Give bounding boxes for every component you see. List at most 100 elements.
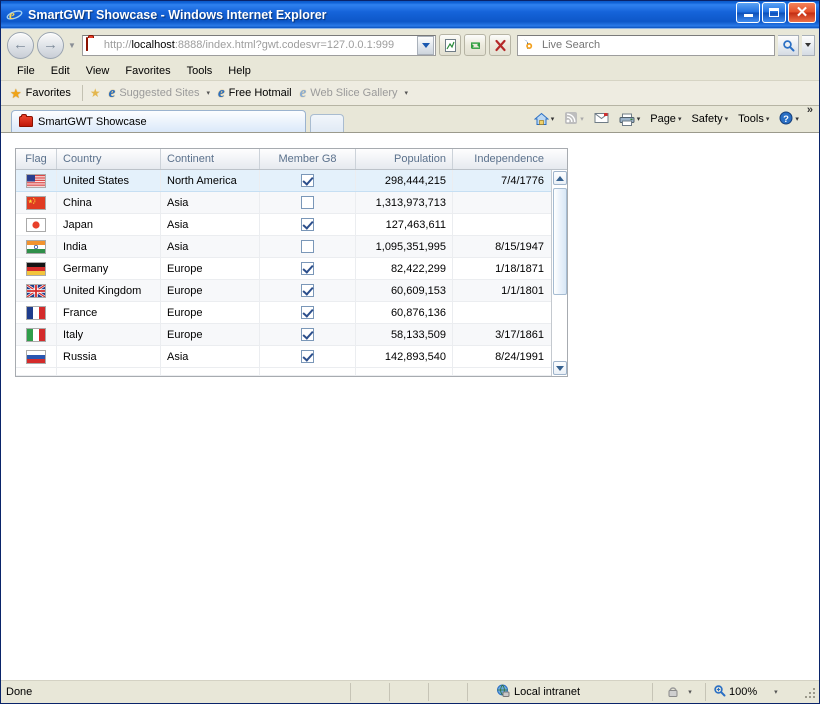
feeds-button[interactable]: ▾ [560, 109, 588, 130]
cell-member-g8[interactable] [260, 258, 356, 279]
checkbox-member-g8[interactable] [301, 217, 314, 231]
menu-item-view[interactable]: View [78, 64, 118, 78]
grid-header-independence[interactable]: Independence [453, 149, 550, 169]
command-bar-overflow-button[interactable]: » [805, 104, 815, 116]
cell-member-g8[interactable] [260, 214, 356, 235]
cell-member-g8[interactable] [260, 280, 356, 301]
tab-smartgwt-showcase[interactable]: SmartGWT Showcase [11, 110, 306, 132]
menu-item-file[interactable]: File [9, 64, 43, 78]
maximize-icon [769, 8, 779, 17]
scroll-down-button[interactable] [552, 361, 567, 375]
security-zone-indicator[interactable]: Local intranet [468, 684, 652, 701]
recent-pages-chevron-down-icon[interactable]: ▼ [68, 41, 76, 50]
table-row[interactable]: Russia Asia 142,893,540 8/24/1991 [16, 346, 567, 368]
scroll-up-button[interactable] [552, 171, 567, 185]
cell-continent: Europe [161, 258, 260, 279]
search-options-button[interactable] [802, 34, 815, 56]
checkbox-member-g8[interactable] [301, 261, 314, 275]
menu-item-help[interactable]: Help [220, 64, 259, 78]
checkbox-member-g8[interactable] [301, 196, 314, 209]
stop-button[interactable] [489, 34, 511, 56]
close-icon: ✕ [795, 3, 809, 21]
menu-item-edit[interactable]: Edit [43, 64, 78, 78]
chevron-down-icon [421, 42, 430, 48]
internet-explorer-icon: e [108, 84, 116, 101]
cell-population: 60,876,136 [356, 302, 453, 323]
grid-header-member-g8[interactable]: Member G8 [260, 149, 356, 169]
new-tab-button[interactable] [310, 114, 344, 132]
cell-member-g8[interactable] [260, 236, 356, 257]
resize-grip[interactable] [802, 685, 816, 699]
search-input[interactable] [540, 38, 774, 52]
favorites-item-web-slice-gallery[interactable]: e Web Slice Gallery ▾ [298, 85, 414, 102]
search-go-button[interactable] [778, 34, 799, 56]
read-mail-button[interactable] [590, 110, 613, 129]
grid-header-continent[interactable]: Continent [161, 149, 260, 169]
table-row[interactable]: France Europe 60,876,136 [16, 302, 567, 324]
close-button[interactable]: ✕ [788, 2, 816, 23]
checkbox-member-g8[interactable] [301, 173, 314, 187]
add-to-favorites-bar-button[interactable]: ★ [88, 87, 107, 100]
print-button[interactable]: ▾ [615, 111, 645, 128]
help-menu-button[interactable]: ? ▾ [775, 109, 803, 130]
table-row[interactable]: India Asia 1,095,351,995 8/15/1947 [16, 236, 567, 258]
cell-continent: Asia [161, 236, 260, 257]
table-row[interactable]: United Kingdom Europe 60,609,153 1/1/1801 [16, 280, 567, 302]
search-box[interactable] [517, 34, 775, 56]
cell-flag [16, 258, 57, 279]
home-button[interactable]: ▾ [530, 110, 559, 128]
minimize-button[interactable] [736, 2, 760, 23]
zoom-control[interactable]: 100% ▾ [706, 684, 802, 700]
compatibility-view-button[interactable] [439, 34, 461, 56]
grid-vertical-scrollbar[interactable] [551, 170, 567, 376]
back-button[interactable]: ← [7, 31, 34, 59]
cell-country: Italy [57, 324, 161, 345]
table-row[interactable]: Germany Europe 82,422,299 1/18/1871 [16, 258, 567, 280]
cell-population: 1,095,351,995 [356, 236, 453, 257]
table-row[interactable]: United States North America 298,444,215 7/4… [16, 170, 567, 192]
protected-mode-indicator[interactable]: ▾ [653, 684, 705, 701]
safety-menu-button[interactable]: Safety ▾ [687, 111, 732, 127]
navigation-bar: ← → ▼ http://localhost:8888/index.html?g… [1, 29, 819, 61]
page-menu-button[interactable]: Page ▾ [646, 111, 685, 127]
flag-icon [26, 195, 46, 210]
checkbox-member-g8[interactable] [301, 305, 314, 319]
chevron-down-icon[interactable]: ▾ [774, 688, 778, 696]
grid-header-country[interactable]: Country [57, 149, 161, 169]
tools-menu-button[interactable]: Tools ▾ [734, 111, 773, 127]
forward-button[interactable]: → [37, 31, 64, 59]
cell-member-g8[interactable] [260, 192, 356, 213]
checkbox-member-g8[interactable] [301, 349, 314, 363]
cell-member-g8[interactable] [260, 170, 356, 191]
menu-item-tools[interactable]: Tools [179, 64, 221, 78]
divider [81, 85, 83, 101]
cell-member-g8[interactable] [260, 324, 356, 345]
favorites-button[interactable]: ★ Favorites [8, 86, 77, 100]
page-menu-label: Page [650, 113, 676, 125]
grid-header-flag[interactable]: Flag [16, 149, 57, 169]
refresh-button[interactable] [464, 34, 486, 56]
cell-population: 58,133,509 [356, 324, 453, 345]
favorites-item-suggested-sites[interactable]: e Suggested Sites ▾ [107, 85, 216, 102]
address-dropdown-button[interactable] [417, 35, 434, 55]
address-text: http://localhost:8888/index.html?gwt.cod… [104, 39, 417, 51]
chevron-down-icon: ▾ [550, 116, 555, 123]
cell-independence: 7/4/1776 [501, 174, 544, 187]
status-bar: Done Local intranet ▾ 100% ▾ [1, 680, 819, 703]
cell-member-g8[interactable] [260, 302, 356, 323]
flag-icon [26, 261, 46, 276]
checkbox-member-g8[interactable] [301, 240, 314, 253]
address-bar[interactable]: http://localhost:8888/index.html?gwt.cod… [81, 34, 436, 56]
menu-item-favorites[interactable]: Favorites [117, 64, 178, 78]
checkbox-member-g8[interactable] [301, 327, 314, 341]
cell-flag [16, 192, 57, 213]
favorites-item-free-hotmail[interactable]: e Free Hotmail [216, 85, 298, 102]
grid-header-population[interactable]: Population [356, 149, 453, 169]
maximize-button[interactable] [762, 2, 786, 23]
scrollbar-thumb[interactable] [552, 188, 567, 295]
table-row[interactable]: China Asia 1,313,973,713 [16, 192, 567, 214]
cell-member-g8[interactable] [260, 346, 356, 367]
checkbox-member-g8[interactable] [301, 283, 314, 297]
table-row[interactable]: Italy Europe 58,133,509 3/17/1861 [16, 324, 567, 346]
table-row[interactable]: Japan Asia 127,463,611 [16, 214, 567, 236]
